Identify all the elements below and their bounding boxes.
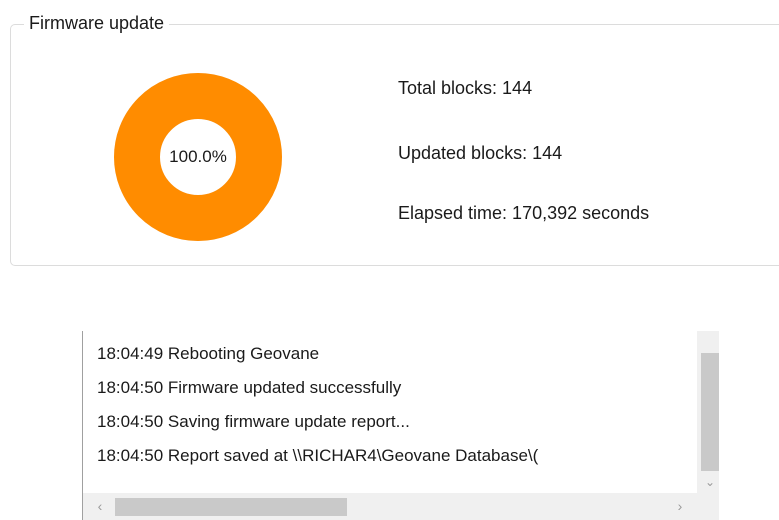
chevron-right-icon[interactable]: › bbox=[669, 493, 691, 520]
elapsed-time-label: Elapsed time: 170,392 seconds bbox=[398, 203, 650, 223]
vertical-scroll-thumb[interactable] bbox=[701, 353, 719, 471]
progress-percent-label: 100.0% bbox=[169, 147, 227, 166]
total-blocks-label: Total blocks: 144 bbox=[398, 78, 533, 98]
horizontal-scrollbar[interactable]: ‹ › bbox=[83, 493, 719, 520]
log-line[interactable]: 18:04:50 Report saved at \\RICHAR4\Geova… bbox=[97, 439, 697, 473]
progress-donut: 100.0% bbox=[114, 73, 282, 241]
group-title: Firmware update bbox=[24, 12, 170, 34]
horizontal-scroll-thumb[interactable] bbox=[115, 498, 347, 516]
updated-blocks-label: Updated blocks: 144 bbox=[398, 143, 563, 163]
log-listbox[interactable]: 18:04:49 Rebooting Geovane 18:04:50 Firm… bbox=[82, 331, 719, 520]
log-list: 18:04:49 Rebooting Geovane 18:04:50 Firm… bbox=[97, 337, 697, 487]
vertical-scrollbar[interactable]: ⌄ bbox=[697, 331, 719, 493]
chevron-left-icon[interactable]: ‹ bbox=[89, 493, 111, 520]
log-line[interactable]: 18:04:50 Saving firmware update report..… bbox=[97, 405, 697, 439]
chevron-down-icon[interactable]: ⌄ bbox=[701, 471, 719, 493]
log-line[interactable]: 18:04:49 Rebooting Geovane bbox=[97, 337, 697, 371]
log-line[interactable]: 18:04:50 Firmware updated successfully bbox=[97, 371, 697, 405]
